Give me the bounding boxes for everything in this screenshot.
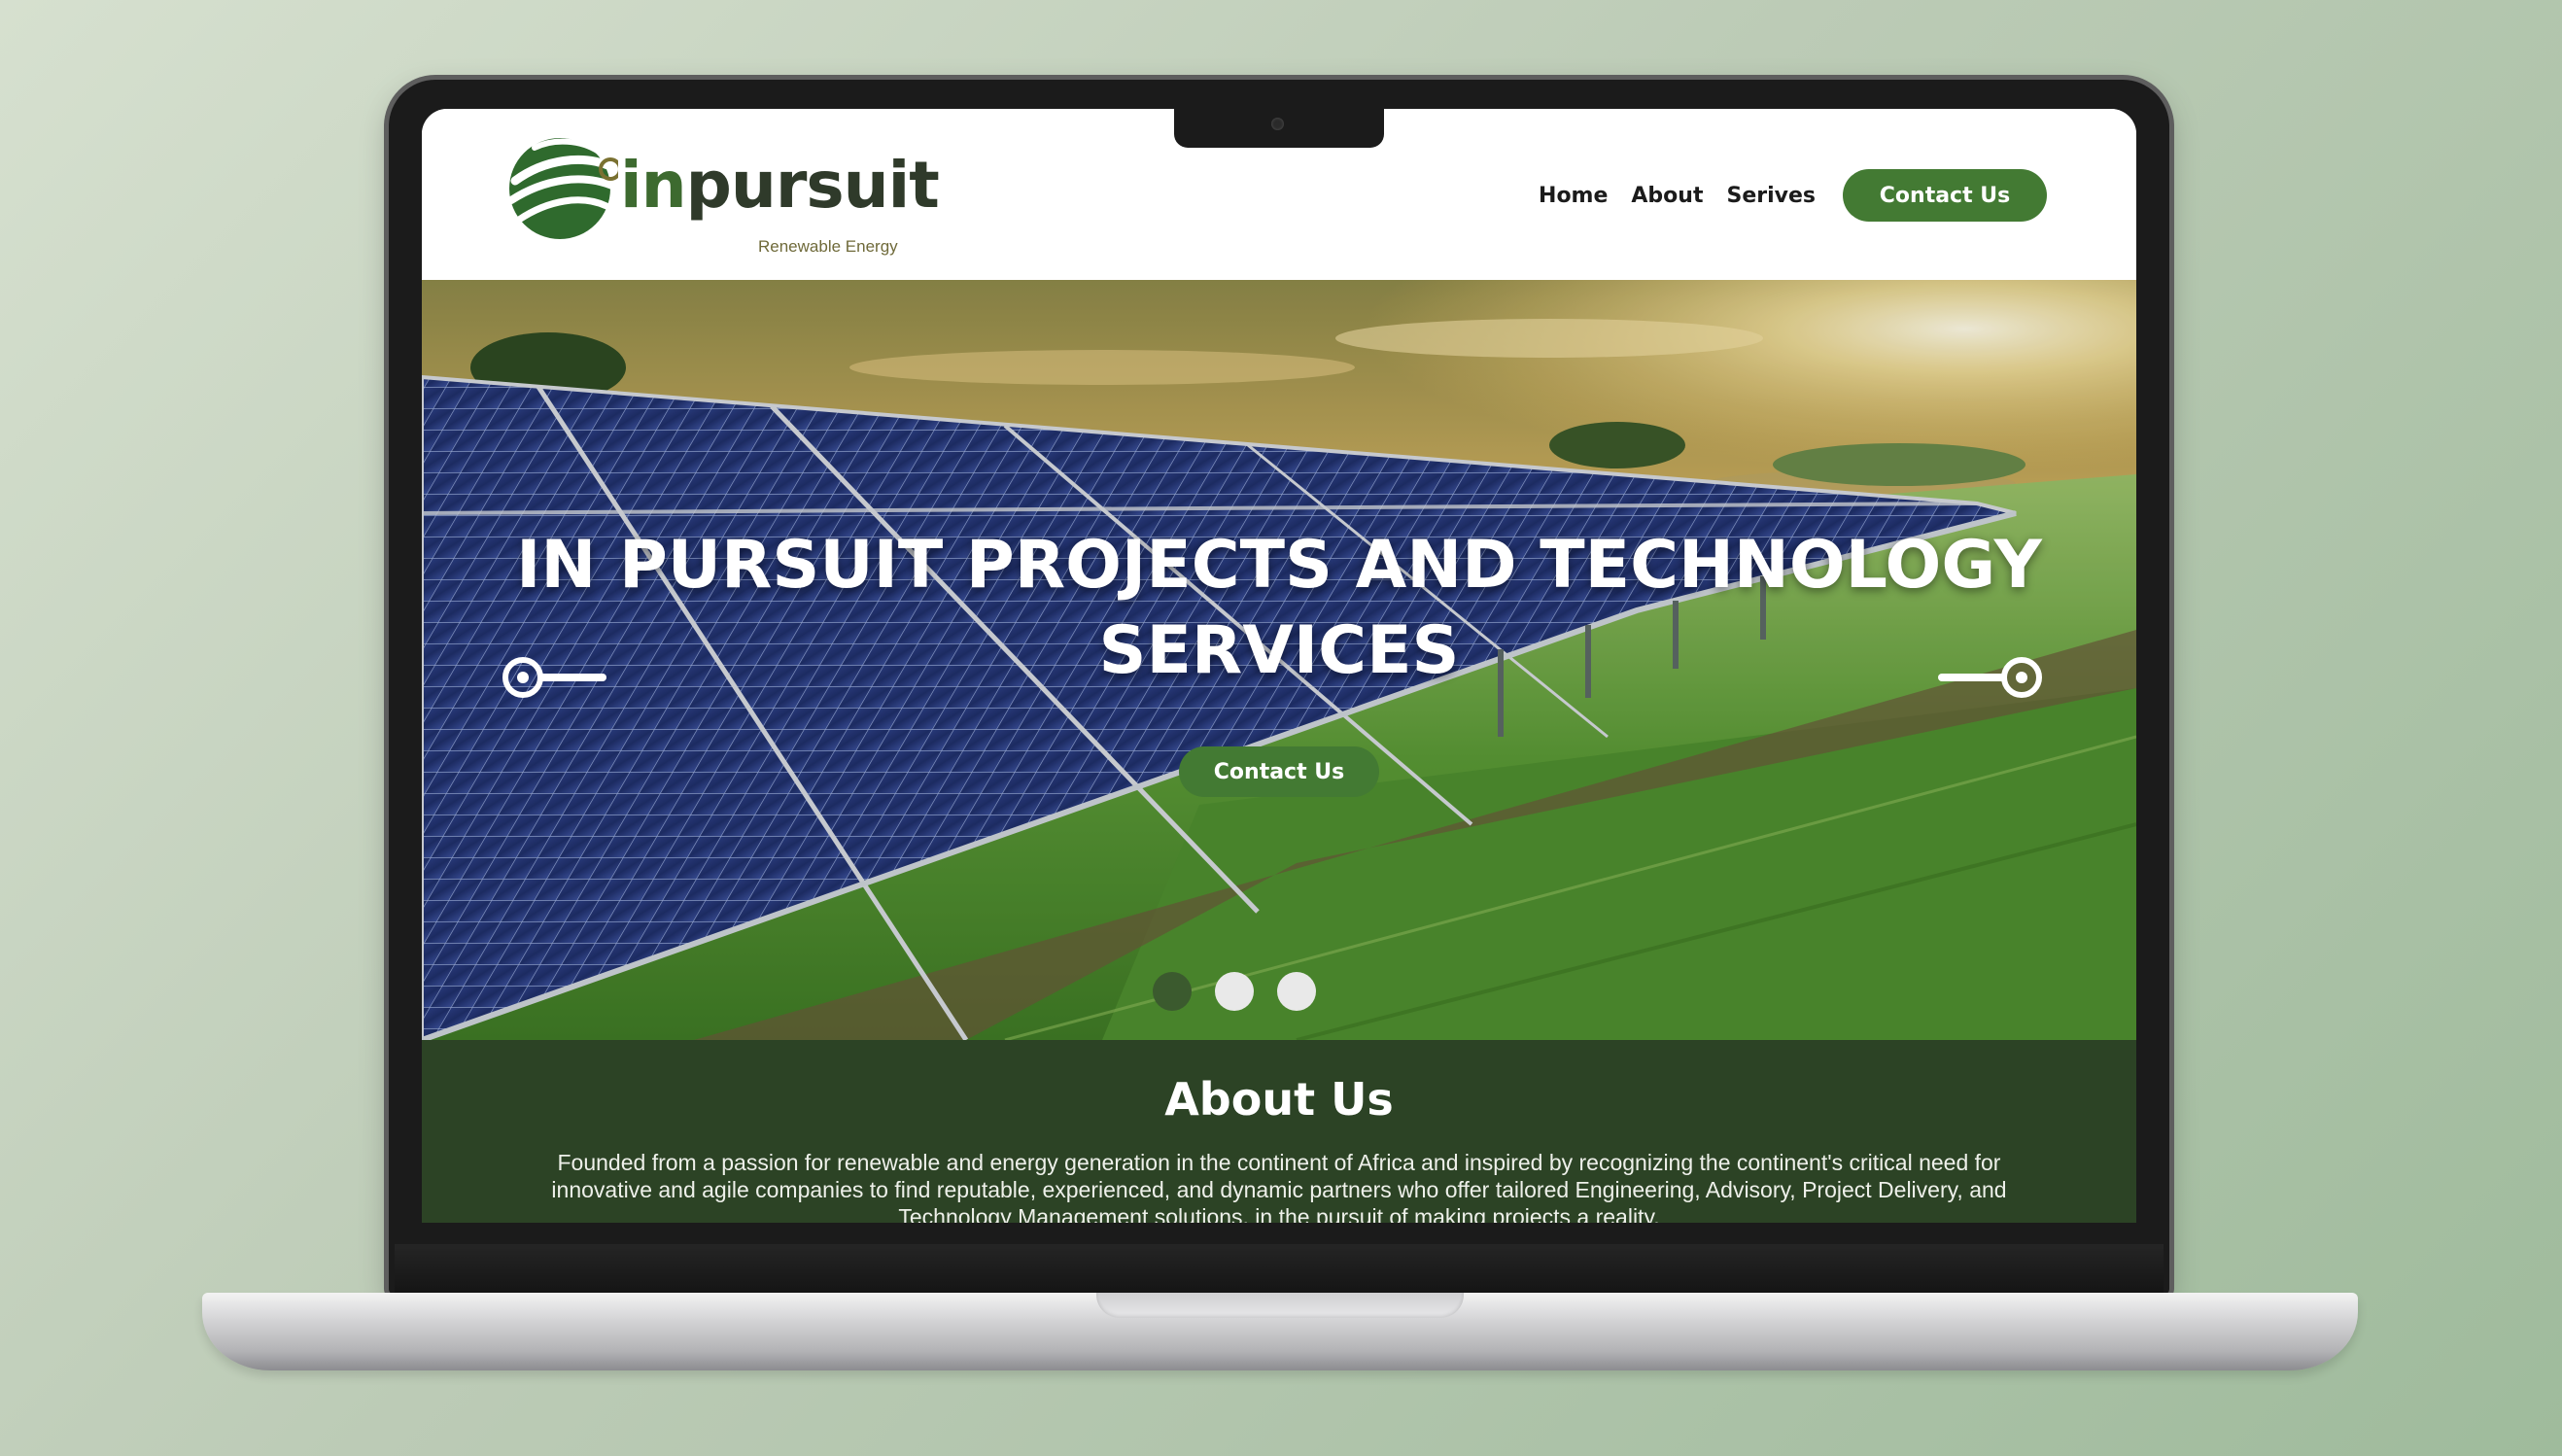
header-contact-button[interactable]: Contact Us: [1843, 169, 2047, 222]
nav-link-home[interactable]: Home: [1539, 184, 1608, 208]
main-nav: Home About Serives Contact Us: [1539, 169, 2047, 222]
webcam-icon: [1271, 118, 1284, 130]
brand-logo[interactable]: inpursuit Renewable Energy: [505, 130, 940, 266]
browser-viewport: inpursuit Renewable Energy Home About Se…: [422, 109, 2136, 1223]
brand-wordmark-main: pursuit: [685, 148, 940, 223]
camera-notch: [1174, 109, 1384, 148]
hero-title: IN PURSUIT PROJECTS AND TECHNOLOGY SERVI…: [516, 527, 2042, 689]
slider-pagination: [1153, 972, 1339, 1011]
nav-link-about[interactable]: About: [1631, 184, 1703, 208]
laptop-chin: [395, 1244, 2164, 1293]
hero-contact-button[interactable]: Contact Us: [1179, 746, 1379, 797]
about-title: About Us: [1164, 1073, 1394, 1126]
brand-tagline: Renewable Energy: [758, 237, 898, 256]
about-description: Founded from a passion for renewable and…: [551, 1150, 2007, 1223]
brand-wordmark: inpursuit: [620, 148, 940, 223]
slider-dot-2[interactable]: [1215, 972, 1254, 1011]
hero-slider: IN PURSUIT PROJECTS AND TECHNOLOGY SERVI…: [422, 280, 2136, 1040]
slider-dot-1[interactable]: [1153, 972, 1192, 1011]
laptop-base: [202, 1293, 2358, 1370]
slider-dot-3[interactable]: [1277, 972, 1316, 1011]
nav-link-services[interactable]: Serives: [1726, 184, 1816, 208]
laptop-opening-groove: [1096, 1293, 1464, 1318]
about-section: About Us Founded from a passion for rene…: [422, 1040, 2136, 1223]
slider-prev-icon[interactable]: [502, 653, 608, 702]
leaf-globe-logo-icon: [507, 138, 618, 239]
slider-next-icon[interactable]: [1936, 653, 2043, 702]
brand-wordmark-prefix: in: [620, 148, 687, 223]
